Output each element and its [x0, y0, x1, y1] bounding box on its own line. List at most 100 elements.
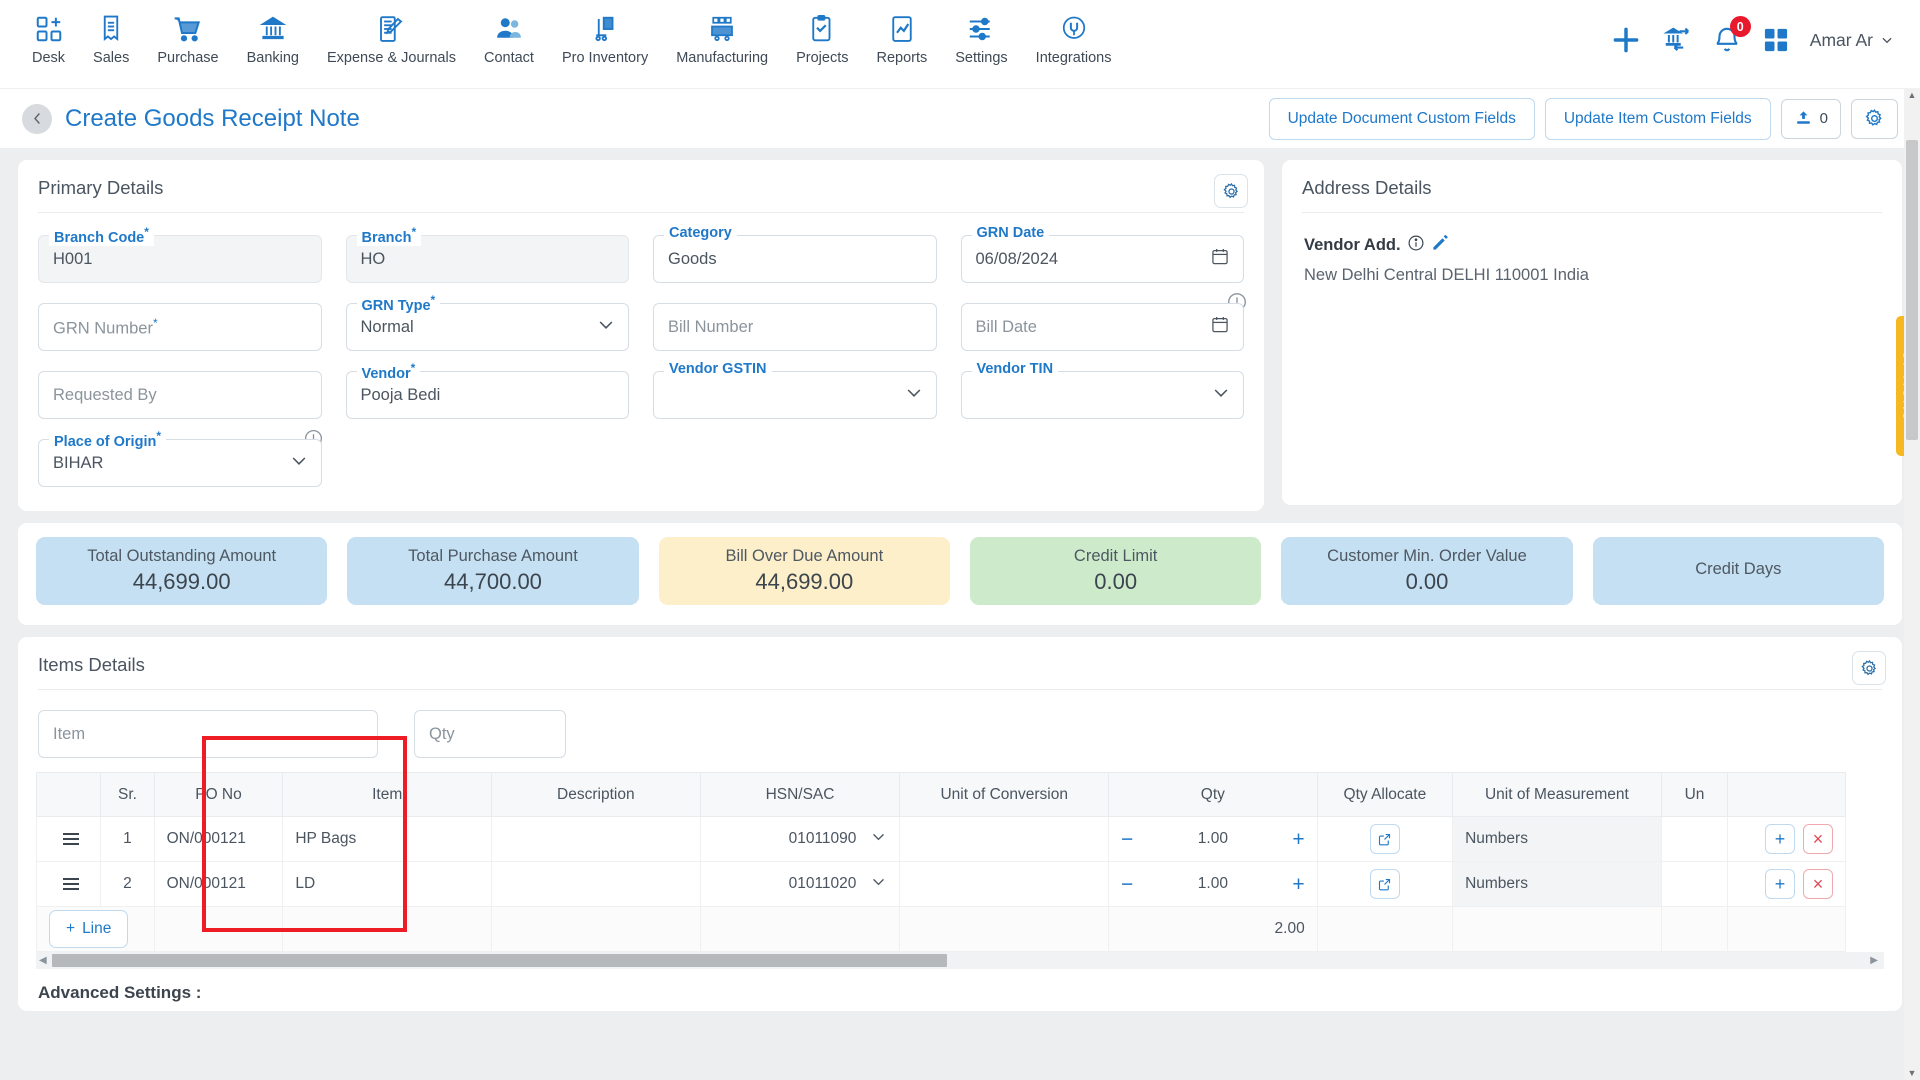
- nav-item-manufacturing[interactable]: Manufacturing: [662, 8, 782, 70]
- item-filter-input[interactable]: Item: [38, 710, 378, 758]
- back-button[interactable]: [22, 103, 52, 134]
- requested-by-input[interactable]: Requested By: [38, 371, 322, 419]
- col-un-truncated: Un: [1660, 772, 1729, 817]
- update-document-custom-fields-button[interactable]: Update Document Custom Fields: [1268, 97, 1535, 140]
- field-grn-type: GRN Type* Normal: [345, 293, 629, 351]
- chevron-down-icon[interactable]: [870, 828, 887, 850]
- grn-number-input[interactable]: GRN Number*: [38, 303, 322, 351]
- field-placeholder: Bill Date: [975, 317, 1037, 336]
- drag-handle-icon[interactable]: [49, 827, 88, 851]
- items-table-head: Sr. PO No Item Description HSN/SAC Unit …: [35, 772, 1846, 817]
- calendar-icon[interactable]: [1210, 315, 1230, 340]
- cell-hsn-sac[interactable]: 01011020: [699, 861, 901, 907]
- nav-item-sales[interactable]: Sales: [79, 8, 143, 70]
- cell-po-no[interactable]: ON/000121: [153, 861, 284, 907]
- delete-row-button[interactable]: ×: [1803, 869, 1833, 899]
- grn-date-input[interactable]: 06/08/2024: [960, 235, 1244, 283]
- cell-handle[interactable]: [35, 816, 102, 862]
- nav-item-banking[interactable]: Banking: [233, 8, 313, 70]
- qty-increment-button[interactable]: +: [1292, 829, 1304, 850]
- add-row-button[interactable]: +: [1765, 869, 1795, 899]
- nav-item-pro-inventory[interactable]: Pro Inventory: [548, 8, 662, 70]
- vendor-tin-select[interactable]: [960, 371, 1244, 419]
- page-settings-button[interactable]: [1851, 98, 1898, 139]
- cell-item[interactable]: LD: [282, 861, 492, 907]
- vendor-gstin-select[interactable]: [653, 371, 937, 419]
- nav-item-contact[interactable]: Contact: [470, 8, 548, 70]
- nav-label: Reports: [876, 50, 928, 66]
- page-scrollbar-thumb[interactable]: [1906, 140, 1918, 440]
- page-vertical-scrollbar[interactable]: ▲ ▼: [1904, 88, 1920, 1080]
- qty-allocate-button[interactable]: [1369, 869, 1400, 899]
- bank-transfer-icon[interactable]: [1662, 25, 1692, 55]
- nav-item-projects[interactable]: Projects: [782, 8, 862, 70]
- items-table-horizontal-scrollbar[interactable]: ◀ ▶: [36, 952, 1884, 969]
- bill-number-input[interactable]: Bill Number: [653, 303, 937, 351]
- field-value: 06/08/2024: [975, 249, 1059, 268]
- scroll-up-arrow-icon[interactable]: ▲: [1904, 90, 1920, 100]
- cell-un[interactable]: [1660, 816, 1729, 862]
- drag-handle-icon[interactable]: [49, 872, 88, 896]
- primary-details-settings-button[interactable]: [1214, 174, 1248, 208]
- nav-item-settings[interactable]: Settings: [941, 8, 1021, 70]
- cell-footer-uoc: [899, 906, 1110, 952]
- qty-decrement-button[interactable]: −: [1121, 829, 1133, 850]
- cell-unit-of-measurement[interactable]: Numbers: [1452, 816, 1662, 862]
- address-details-panel: Address Details Vendor Add. New Delhi Ce…: [1282, 160, 1902, 505]
- update-item-custom-fields-button[interactable]: Update Item Custom Fields: [1544, 97, 1771, 140]
- cell-qty[interactable]: − 1.00 +: [1108, 861, 1318, 907]
- cell-hsn-sac[interactable]: 01011090: [699, 816, 901, 862]
- scroll-right-arrow-icon[interactable]: ▶: [1867, 955, 1881, 966]
- calendar-icon[interactable]: [1210, 247, 1230, 272]
- chevron-down-icon[interactable]: [870, 873, 887, 895]
- chevron-down-icon: [1882, 37, 1892, 44]
- qty-filter-input[interactable]: Qty: [414, 710, 566, 758]
- cell-po-no[interactable]: ON/000121: [153, 816, 284, 862]
- cell-description[interactable]: [491, 861, 701, 907]
- primary-details-form: Branch Code* H001 Branch* HO Category Go…: [18, 213, 1264, 511]
- info-icon[interactable]: [1407, 234, 1425, 257]
- qty-increment-button[interactable]: +: [1292, 874, 1304, 895]
- cell-description[interactable]: [491, 816, 701, 862]
- field-label: GRN Date: [971, 225, 1050, 241]
- cell-unit-of-conversion[interactable]: [899, 861, 1110, 907]
- hsn-value: 01011090: [788, 830, 857, 847]
- qty-decrement-button[interactable]: −: [1121, 874, 1133, 895]
- cell-handle[interactable]: [35, 861, 102, 907]
- nav-item-purchase[interactable]: Purchase: [143, 8, 232, 70]
- delete-row-button[interactable]: ×: [1803, 824, 1833, 854]
- add-row-button[interactable]: +: [1765, 824, 1795, 854]
- scroll-left-arrow-icon[interactable]: ◀: [36, 955, 50, 966]
- cell-item[interactable]: HP Bags: [282, 816, 492, 862]
- cell-un[interactable]: [1660, 861, 1729, 907]
- nav-item-expense-journals[interactable]: Expense & Journals: [313, 8, 470, 70]
- apps-grid-button[interactable]: [1762, 26, 1790, 54]
- cell-unit-of-conversion[interactable]: [899, 816, 1110, 862]
- nav-item-integrations[interactable]: Integrations: [1022, 8, 1126, 70]
- nav-item-reports[interactable]: Reports: [862, 8, 941, 70]
- stat-value: 0.00: [1405, 569, 1449, 594]
- field-label: Vendor*: [356, 361, 421, 382]
- notifications-button[interactable]: 0: [1712, 16, 1751, 55]
- cell-actions: + ×: [1727, 861, 1846, 907]
- cell-unit-of-measurement[interactable]: Numbers: [1452, 861, 1662, 907]
- add-line-button[interactable]: + Line: [49, 910, 129, 948]
- pencil-edit-icon[interactable]: [1431, 233, 1450, 257]
- items-details-settings-button[interactable]: [1852, 651, 1886, 685]
- scrollbar-thumb[interactable]: [51, 954, 947, 967]
- scroll-down-arrow-icon[interactable]: ▼: [1904, 1068, 1920, 1078]
- items-details-panel: Items Details Item Qty Sr. PO No Item De…: [18, 637, 1902, 1011]
- nav-item-desk[interactable]: Desk: [18, 8, 79, 70]
- field-vendor-tin: Vendor TIN: [960, 361, 1244, 419]
- qty-allocate-button[interactable]: [1369, 824, 1400, 854]
- user-menu[interactable]: Amar Ar: [1810, 30, 1894, 51]
- cell-qty-allocate: [1316, 816, 1454, 862]
- attachments-button[interactable]: 0: [1780, 98, 1841, 139]
- items-table-body: 1 ON/000121 HP Bags 01011090 − 1.00 + Nu…: [35, 816, 1846, 952]
- summary-stats-panel: Total Outstanding Amount 44,699.00 Total…: [18, 523, 1902, 625]
- nav-label: Pro Inventory: [561, 50, 649, 66]
- bill-date-input[interactable]: Bill Date: [960, 303, 1244, 351]
- category-input[interactable]: Goods: [653, 235, 937, 283]
- add-new-button[interactable]: [1610, 24, 1642, 56]
- cell-qty[interactable]: − 1.00 +: [1108, 816, 1318, 862]
